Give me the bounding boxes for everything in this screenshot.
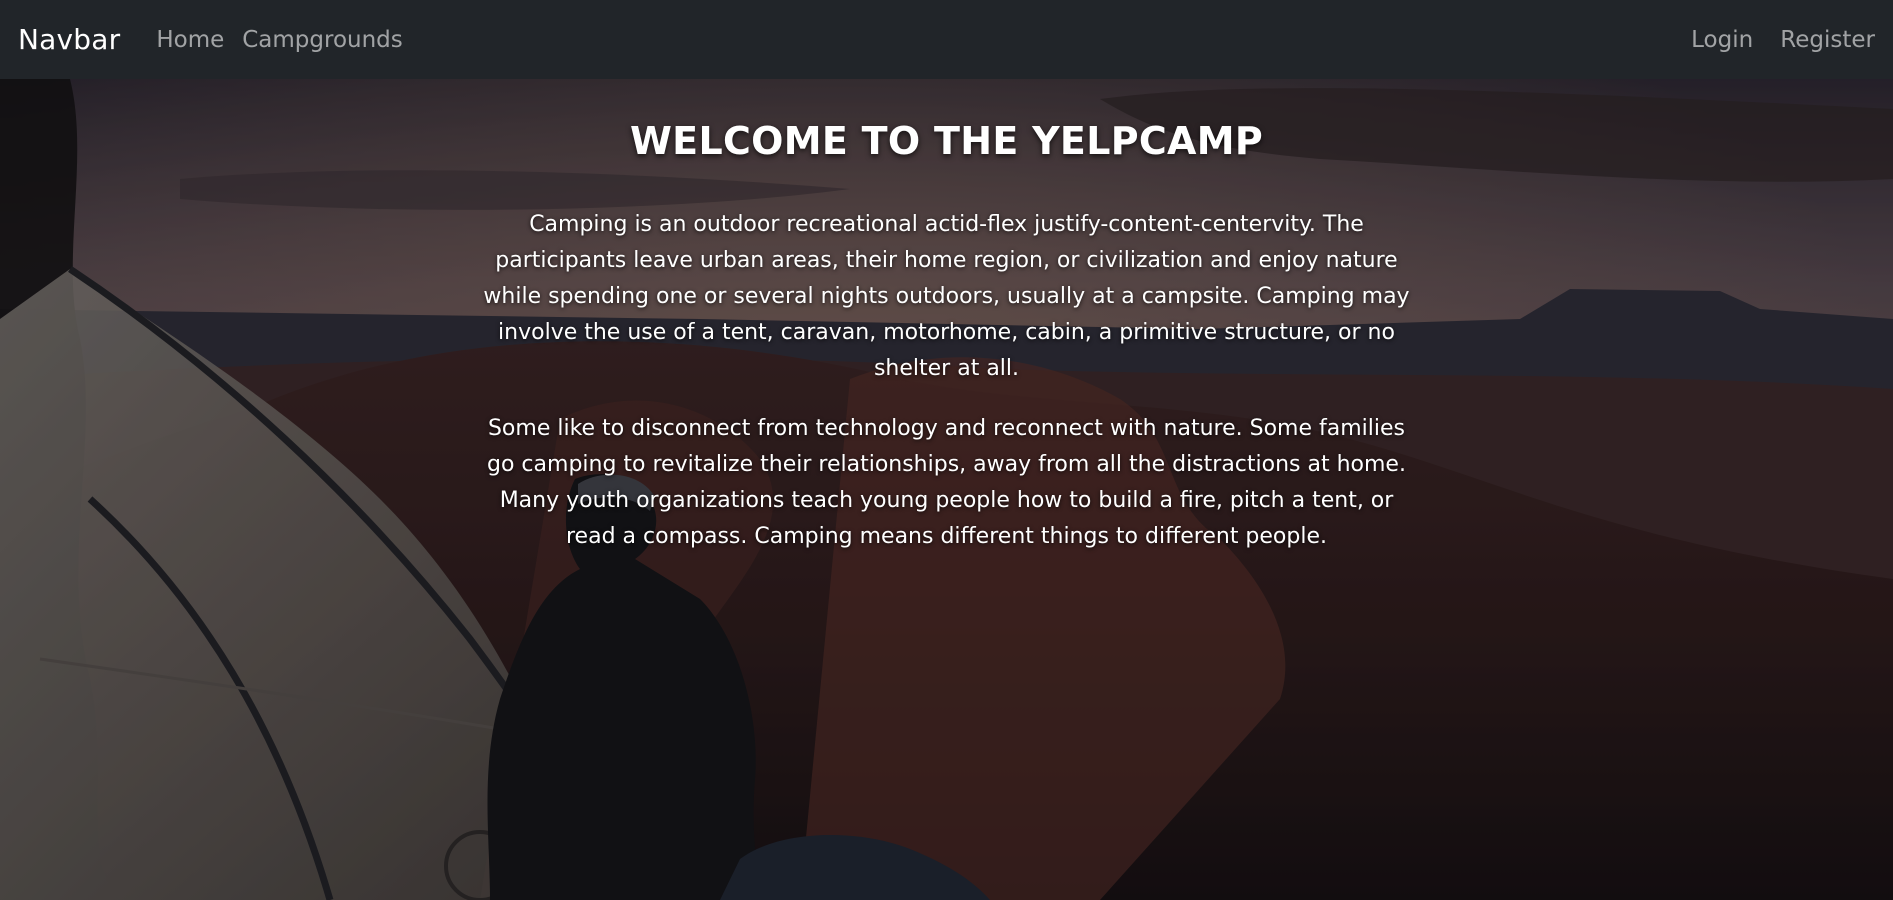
hero-paragraph-1: Camping is an outdoor recreational actid… (483, 212, 1410, 381)
nav-link-home[interactable]: Home (156, 27, 224, 53)
top-navbar: Navbar Home Campgrounds Login Register (0, 0, 1893, 79)
hero-content: WELCOME TO THE YELPCAMP Camping is an ou… (0, 79, 1893, 555)
navbar-brand[interactable]: Navbar (18, 23, 120, 56)
hero-paragraph-2: Some like to disconnect from technology … (487, 416, 1406, 549)
nav-link-login[interactable]: Login (1691, 27, 1753, 53)
nav-link-register[interactable]: Register (1780, 27, 1875, 53)
navbar-right-links: Login Register (1669, 27, 1875, 53)
nav-link-campgrounds[interactable]: Campgrounds (242, 27, 403, 53)
hero-title: WELCOME TO THE YELPCAMP (629, 119, 1264, 163)
